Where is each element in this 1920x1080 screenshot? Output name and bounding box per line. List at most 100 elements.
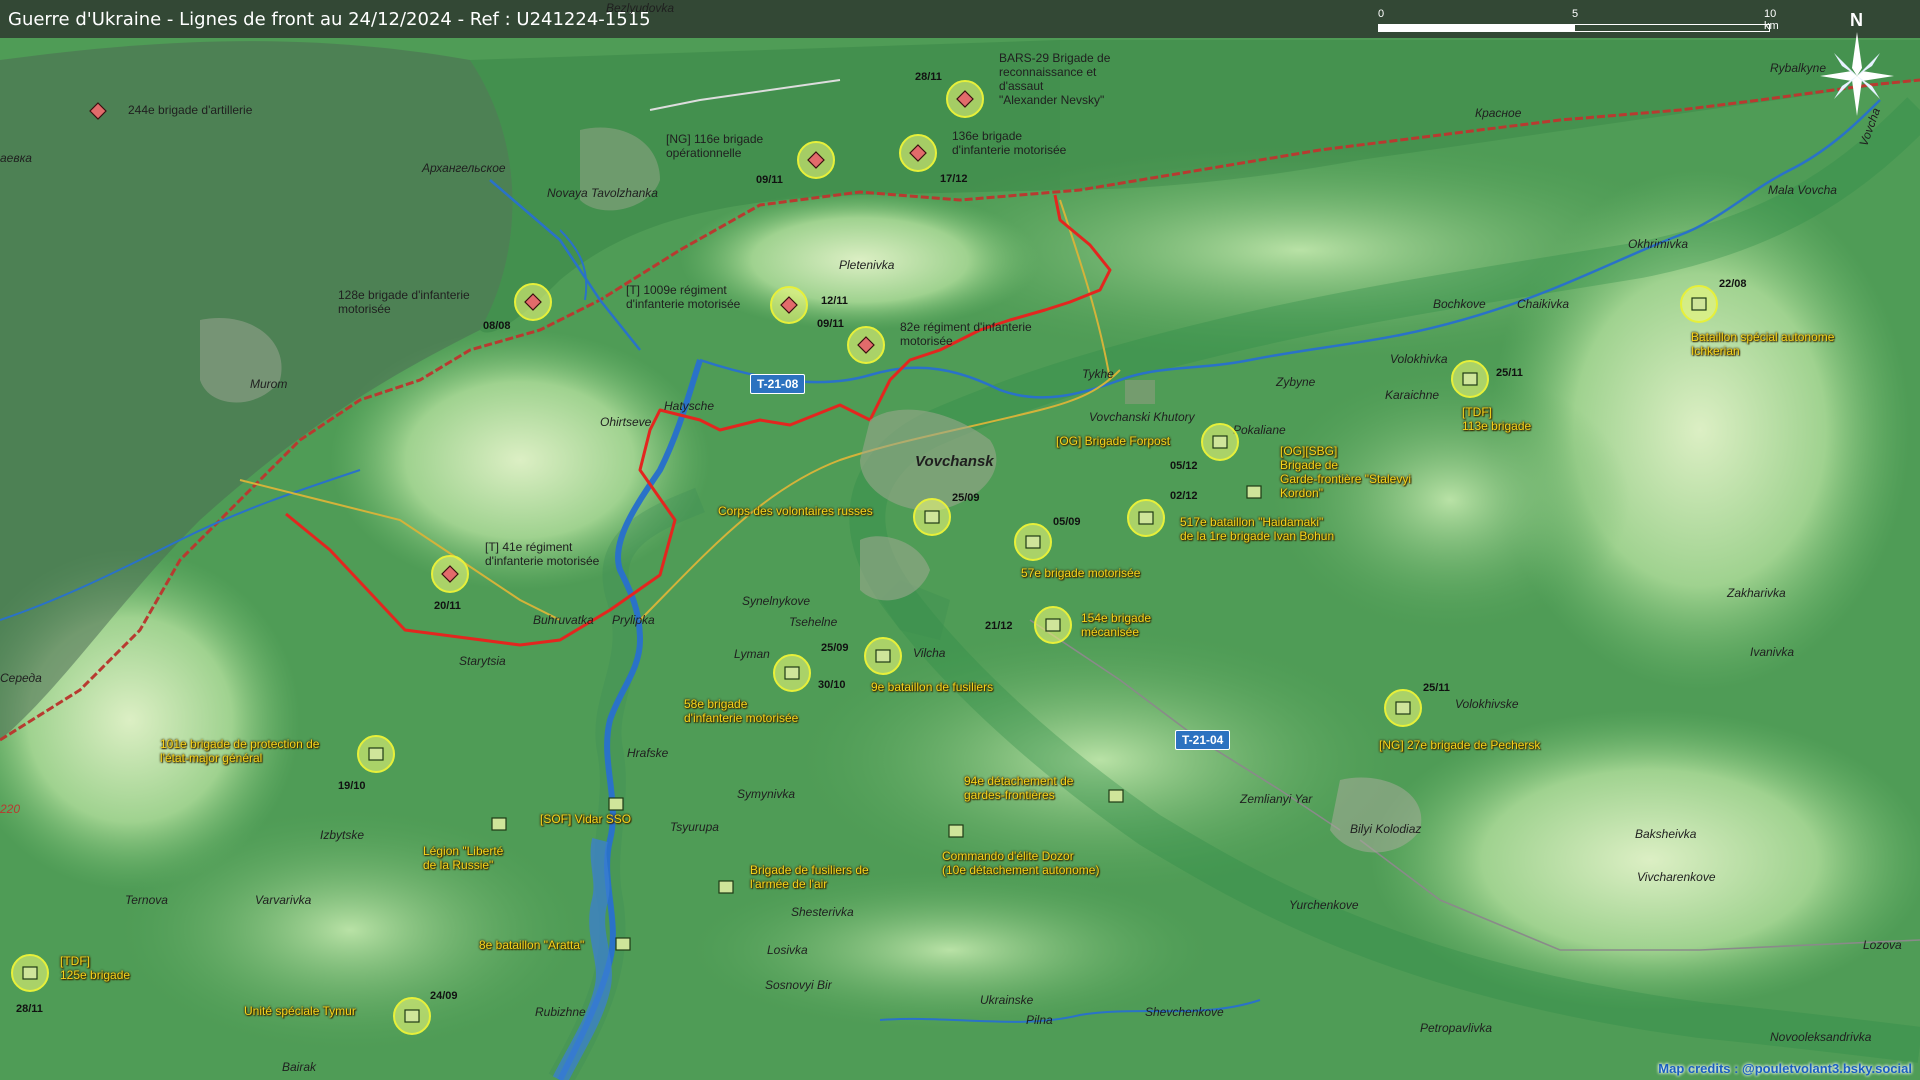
unit-date: 25/09 [952,492,980,504]
unit-label-line: BARS-29 Brigade de [999,51,1111,65]
friendly-unit-icon [615,937,631,951]
unit-date: 22/08 [1719,278,1747,290]
unit-label: 136e brigade d'infanterie motorisée [952,129,1066,157]
terrain-layer [0,0,1920,1080]
unit-label-line: 128e brigade d'infanterie [338,288,470,302]
unit-date: 09/11 [817,318,844,330]
map-credits: Map credits : @pouletvolant3.bsky.social [1658,1061,1912,1076]
place-label: Starytsia [459,654,506,668]
unit-label-line: opérationnelle [666,146,742,160]
unit-label: 57e brigade motorisée [1021,566,1140,580]
unit-date: 08/08 [483,320,511,332]
hostile-unit-icon [956,90,974,108]
unit-label-line: [NG] 116e brigade [666,132,764,146]
friendly-unit-icon [875,649,891,663]
place-label: aевка [0,151,32,165]
unit-label-line: d'infanterie motorisée [626,297,741,311]
unit-label-line: Unité spéciale Tymur [244,1004,356,1018]
unit-label-line: 517e bataillon "Haidamaki" [1180,515,1324,529]
unit-label: Légion "Liberté de la Russie" [423,844,503,872]
friendly-unit-icon [608,797,624,811]
place-label: Tykhe [1082,367,1114,381]
hostile-unit-icon [441,565,459,583]
unit-label-line: 58e brigade [684,697,748,711]
unit-label: [TDF] 125e brigade [60,954,130,982]
unit-label-line: 8e bataillon "Aratta" [479,938,585,952]
unit-label-line: Kordon" [1280,486,1323,500]
unit-label-line: [OG][SBG] [1280,444,1338,458]
place-label: Hrafske [627,746,669,760]
unit-date: 19/10 [338,780,366,792]
place-label: 220 [0,802,21,816]
unit-label-line: Garde-frontière "Stalevyi [1280,472,1411,486]
unit-label-line: Ichkerian [1691,344,1740,358]
place-label: Архангельское [422,161,506,175]
unit-label-line: d'infanterie motorisée [485,554,600,568]
place-label: Novooleksandrivka [1770,1030,1872,1044]
unit-date: 21/12 [985,620,1013,632]
place-label: Baksheivka [1635,827,1697,841]
place-label: Buhruvatka [533,613,594,627]
unit-date: 24/09 [430,990,458,1002]
unit-label-line: [T] 1009e régiment [626,283,727,297]
place-label: Pokaliane [1233,423,1286,437]
unit-label: BARS-29 Brigade de reconnaissance et d'ass… [999,51,1110,107]
unit-label: 94e détachement de gardes-frontières [964,774,1073,802]
unit-label: 128e brigade d'infanterie motorisée [338,288,470,316]
hostile-unit-icon [909,144,927,162]
unit-label-line: motorisée [338,302,391,316]
unit-label-line: 154e brigade [1081,611,1152,625]
unit-label: 517e bataillon "Haidamaki" de la 1re brig… [1180,515,1334,543]
place-label: Zybyne [1276,375,1316,389]
unit-date: 12/11 [821,295,848,307]
unit-label-line: 57e brigade motorisée [1021,566,1141,580]
place-label: Pilna [1026,1013,1053,1027]
scale-bar: 0 5 10 km [1378,8,1779,34]
unit-label-line: [TDF] [1462,405,1492,419]
place-label: Ivanivka [1750,645,1795,659]
place-label: Rybalkyne [1770,61,1827,75]
scale-track [1378,24,1770,32]
unit-label: Bataillon spécial autonome Ichkerian [1691,330,1834,358]
unit-date: 28/11 [915,71,942,83]
unit-label-line: d'infanterie motorisée [684,711,799,725]
unit-label: 58e brigade d'infanterie motorisée [684,697,798,725]
unit-label-line: [TDF] [60,954,90,968]
unit-label: Commando d'élite Dozor (10e détachement a… [942,849,1099,877]
unit-label: [NG] 27e brigade de Pechersk [1379,738,1540,752]
unit-date: 25/11 [1496,367,1523,379]
friendly-unit-icon [784,666,800,680]
friendly-unit-icon [1025,535,1041,549]
place-label: Varvarivka [255,893,312,907]
place-label: Volokhivka [1390,352,1448,366]
place-label: Losivka [767,943,808,957]
place-label: Bilyi Kolodiaz [1350,822,1422,836]
unit-date: 17/12 [940,173,968,185]
friendly-unit-icon [1108,789,1124,803]
friendly-unit-icon [718,880,734,894]
road-shield-t2104: T-21-04 [1175,730,1231,750]
unit-label-line: 113e brigade [1462,419,1532,433]
unit-label-line: Légion "Liberté [423,844,504,858]
place-label: Lyman [734,647,770,661]
map-title: Guerre d'Ukraine - Lignes de front au 24… [8,9,651,30]
place-label: Prylipka [612,613,655,627]
hostile-unit-icon [807,151,825,169]
place-label: Tsehelne [789,615,838,629]
place-label: Tsyurupa [670,820,719,834]
place-label: Chaikivka [1517,297,1570,311]
unit-label-line: Commando d'élite Dozor [942,849,1074,863]
unit-label-line: d'infanterie motorisée [952,143,1067,157]
map-canvas[interactable]: Guerre d'Ukraine - Lignes de front au 24… [0,0,1920,1080]
unit-date: 28/11 [16,1003,43,1015]
place-label: Synelnykove [742,594,811,608]
place-label: Izbytske [320,828,365,842]
place-label: Zakharivka [1727,586,1786,600]
unit-label: 244e brigade d'artillerie [128,103,252,117]
unit-date: 25/11 [1423,682,1450,694]
unit-label-line: de la 1re brigade Ivan Bohun [1180,529,1335,543]
unit-date: 09/11 [756,174,783,186]
friendly-unit-icon [1045,618,1061,632]
place-label: Novaya Tavolzhanka [547,186,658,200]
place-label: Ohirtseve [600,415,652,429]
